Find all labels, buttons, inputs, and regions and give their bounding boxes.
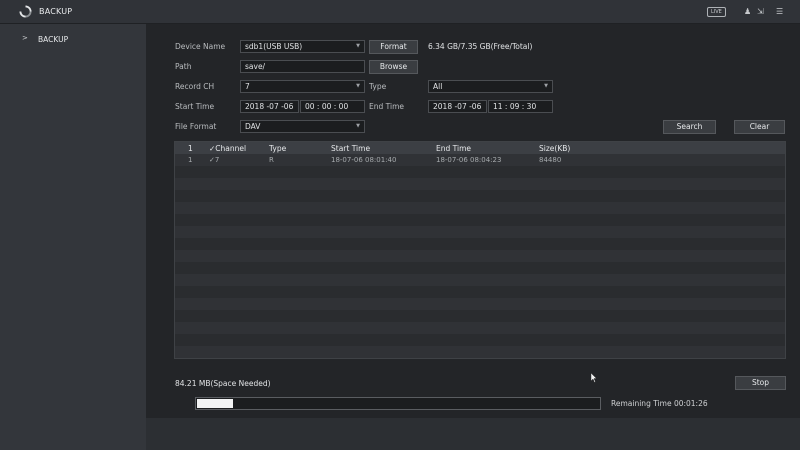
page-title: BACKUP [39, 7, 73, 16]
table-row [175, 298, 785, 310]
live-button[interactable]: LIVE [707, 7, 726, 17]
stop-button[interactable]: Stop [735, 376, 786, 390]
file-format-select[interactable]: DAV ▼ [240, 120, 365, 133]
refresh-logo-icon [19, 5, 32, 18]
search-button[interactable]: Search [663, 120, 716, 134]
type-value: All [433, 82, 443, 91]
table-row [175, 334, 785, 346]
header-start-time: Start Time [331, 144, 371, 153]
file-format-value: DAV [245, 122, 261, 131]
remaining-time-text: Remaining Time 00:01:26 [611, 399, 708, 408]
sidebar-item-backup[interactable]: > BACKUP [0, 33, 146, 47]
table-row [175, 202, 785, 214]
bottom-band [146, 418, 800, 450]
table-cell: 18-07-06 08:04:23 [436, 156, 502, 164]
menu-icon[interactable]: ☰ [776, 6, 783, 18]
table-row [175, 346, 785, 358]
table-cell: 18-07-06 08:01:40 [331, 156, 397, 164]
file-format-label: File Format [175, 122, 217, 131]
start-time-field[interactable]: 00 : 00 : 00 [300, 100, 365, 113]
header-channel[interactable]: ✓Channel [209, 144, 246, 153]
space-needed-text: 84.21 MB(Space Needed) [175, 379, 271, 388]
results-table: 1 ✓Channel Type Start Time End Time Size… [174, 141, 786, 359]
table-row [175, 322, 785, 334]
backup-progress-bar [195, 397, 601, 410]
logout-icon[interactable]: ⇲ [757, 6, 764, 18]
progress-fill [197, 399, 233, 408]
mouse-cursor-icon [591, 373, 597, 383]
capacity-text: 6.34 GB/7.35 GB(Free/Total) [428, 42, 533, 51]
table-row[interactable]: 1 ✓7 R 18-07-06 08:01:40 18-07-06 08:04:23 84… [175, 154, 785, 166]
table-cell: 84480 [539, 156, 562, 164]
path-label: Path [175, 62, 192, 71]
table-row [175, 178, 785, 190]
record-ch-select[interactable]: 7 ▼ [240, 80, 365, 93]
table-row [175, 262, 785, 274]
record-ch-label: Record CH [175, 82, 215, 91]
header-end-time: End Time [436, 144, 471, 153]
type-select[interactable]: All ▼ [428, 80, 553, 93]
header-type: Type [269, 144, 287, 153]
chevron-down-icon: ▼ [356, 123, 360, 129]
table-row [175, 190, 785, 202]
table-cell: ✓7 [209, 156, 220, 164]
table-row [175, 274, 785, 286]
chevron-down-icon: ▼ [356, 83, 360, 89]
top-bar: BACKUP LIVE ♟ ⇲ ☰ [0, 0, 800, 24]
start-date-field[interactable]: 2018 -07 -06 [240, 100, 299, 113]
table-row [175, 166, 785, 178]
record-ch-value: 7 [245, 82, 250, 91]
end-time-field[interactable]: 11 : 09 : 30 [488, 100, 553, 113]
table-row [175, 310, 785, 322]
table-row [175, 214, 785, 226]
header-select-all[interactable]: 1 [188, 144, 193, 153]
user-icon[interactable]: ♟ [744, 6, 751, 18]
table-row [175, 250, 785, 262]
table-header: 1 ✓Channel Type Start Time End Time Size… [175, 142, 785, 154]
table-cell: 1 [188, 156, 193, 164]
table-row [175, 238, 785, 250]
table-row [175, 286, 785, 298]
path-field[interactable]: save/ [240, 60, 365, 73]
end-date-field[interactable]: 2018 -07 -06 [428, 100, 487, 113]
type-label: Type [369, 82, 387, 91]
format-button[interactable]: Format [369, 40, 418, 54]
end-time-label: End Time [369, 102, 404, 111]
device-name-label: Device Name [175, 42, 226, 51]
sidebar: > BACKUP [0, 24, 146, 450]
chevron-right-icon: > [22, 34, 28, 42]
browse-button[interactable]: Browse [369, 60, 418, 74]
start-time-label: Start Time [175, 102, 215, 111]
sidebar-item-label: BACKUP [38, 35, 69, 44]
table-row [175, 226, 785, 238]
chevron-down-icon: ▼ [544, 83, 548, 89]
table-cell: R [269, 156, 274, 164]
device-name-value: sdb1(USB USB) [245, 42, 303, 51]
device-name-select[interactable]: sdb1(USB USB) ▼ [240, 40, 365, 53]
chevron-down-icon: ▼ [356, 43, 360, 49]
header-size: Size(KB) [539, 144, 571, 153]
clear-button[interactable]: Clear [734, 120, 785, 134]
